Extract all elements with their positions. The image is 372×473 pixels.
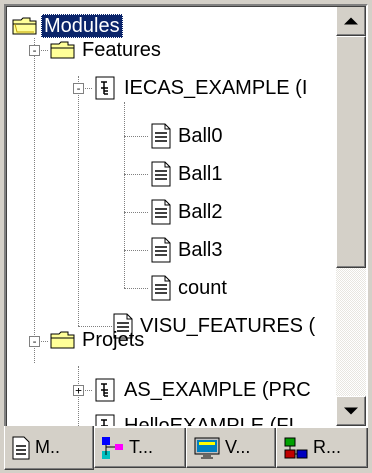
- tree-node-label: Ball1: [178, 163, 223, 185]
- tree-node-label: count: [178, 277, 227, 299]
- tree-node-ball2[interactable]: Ball2: [150, 198, 225, 226]
- program-icon: [95, 414, 115, 426]
- tab-resources[interactable]: R...: [276, 428, 368, 468]
- program-icon: [95, 378, 115, 402]
- tree-node-label: Ball0: [178, 125, 223, 147]
- tab-label: V...: [225, 437, 251, 457]
- document-icon: [151, 123, 171, 149]
- tab-types[interactable]: T...: [94, 428, 186, 468]
- scroll-down-button[interactable]: [336, 396, 366, 426]
- tree-node-ball1[interactable]: Ball1: [150, 160, 225, 188]
- visualization-icon: [194, 437, 220, 458]
- tree-node-ball3[interactable]: Ball3: [150, 236, 225, 264]
- tree-node-partial[interactable]: HelloEXAMPLE (FI: [94, 412, 297, 426]
- tree-node-label: VISU_FEATURES (: [140, 315, 316, 337]
- tree-line: [124, 102, 125, 288]
- document-icon: [151, 275, 171, 301]
- tab-visualization[interactable]: V...: [186, 428, 276, 468]
- tree-node-ball0[interactable]: Ball0: [150, 122, 225, 150]
- tree-line: [124, 136, 148, 137]
- tree-node-label: IECAS_EXAMPLE (I: [124, 77, 308, 99]
- tree-node-features[interactable]: Features: [50, 36, 164, 64]
- tree-node-label: HelloEXAMPLE (FI: [124, 415, 295, 426]
- document-icon: [12, 436, 30, 459]
- collapse-toggle[interactable]: -: [29, 45, 40, 56]
- tree-node-label: Ball2: [178, 201, 223, 223]
- type-icon: [102, 436, 123, 459]
- document-icon: [151, 199, 171, 225]
- resources-icon: [284, 437, 308, 458]
- arrow-down-icon: [344, 407, 358, 415]
- tree-line: [78, 76, 79, 326]
- tree-line: [124, 250, 148, 251]
- document-icon: [151, 161, 171, 187]
- document-icon: [151, 237, 171, 263]
- vertical-scrollbar[interactable]: [336, 6, 366, 426]
- tree-node-as-example[interactable]: AS_EXAMPLE (PRC: [94, 376, 314, 404]
- tree-line: [124, 288, 148, 289]
- tree-node-count[interactable]: count: [150, 274, 230, 302]
- tree-line: [124, 212, 148, 213]
- tree-node-label: AS_EXAMPLE (PRC: [124, 379, 311, 401]
- tree-node-label: Ball3: [178, 239, 223, 261]
- scroll-up-button[interactable]: [336, 6, 366, 36]
- folder-icon: [12, 17, 37, 35]
- tree-node-label: Features: [82, 39, 161, 61]
- module-tree[interactable]: - - - + Modules Features IECAS_EXAMPLE (…: [6, 6, 336, 426]
- tree-node-label: Projets: [82, 329, 145, 351]
- tree-panel: - - - + Modules Features IECAS_EXAMPLE (…: [4, 4, 368, 428]
- collapse-toggle[interactable]: -: [29, 336, 40, 347]
- tab-label: M..: [35, 437, 60, 457]
- collapse-toggle[interactable]: -: [73, 83, 84, 94]
- tree-node-iecas-example[interactable]: IECAS_EXAMPLE (I: [94, 74, 310, 102]
- folder-icon: [50, 331, 75, 349]
- tab-label: T...: [129, 437, 154, 457]
- tab-modules[interactable]: M..: [4, 426, 94, 470]
- folder-icon: [50, 41, 75, 59]
- tree-line: [34, 38, 35, 363]
- tree-node-projets[interactable]: Projets: [50, 326, 147, 354]
- view-tab-bar: M.. T... V... R...: [4, 426, 368, 470]
- tree-node-label: Modules: [41, 14, 123, 38]
- arrow-up-icon: [344, 17, 358, 25]
- program-icon: [95, 76, 115, 100]
- expand-toggle[interactable]: +: [73, 385, 84, 396]
- tab-label: R...: [313, 437, 342, 457]
- scroll-thumb[interactable]: [336, 36, 366, 268]
- tree-line: [124, 174, 148, 175]
